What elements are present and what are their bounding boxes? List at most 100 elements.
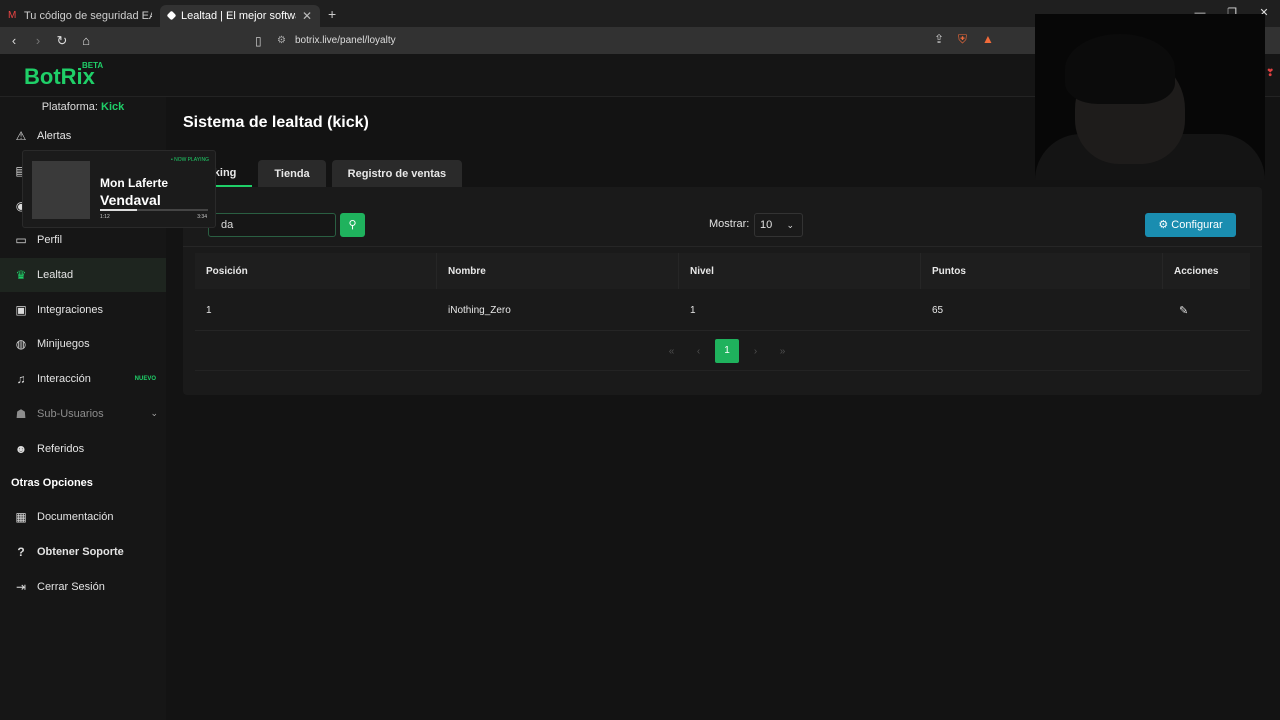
cell-name: iNothing_Zero <box>448 305 511 316</box>
column-header-puntos[interactable]: Puntos <box>932 266 966 277</box>
sidebar-item-interaccion[interactable]: ♫ Interacción NUEVO <box>0 362 166 397</box>
browser-tab-gmail[interactable]: M Tu código de seguridad EA es: 79134 <box>0 5 160 27</box>
sidebar-item-label: Interacción <box>37 373 91 386</box>
page-size-select[interactable]: 10 ⌄ <box>754 213 803 237</box>
column-header-nombre[interactable]: Nombre <box>448 266 486 277</box>
column-header-nivel[interactable]: Nivel <box>690 266 714 277</box>
home-icon[interactable]: ⌂ <box>76 33 96 48</box>
page-size-value: 10 <box>760 219 773 231</box>
browser-tab-botrix[interactable]: Lealtad | El mejor software para ✕ <box>160 4 320 27</box>
column-header-acciones: Acciones <box>1174 265 1219 277</box>
tab-tienda[interactable]: Tienda <box>258 160 326 187</box>
sidebar-item-perfil[interactable]: ▭ Perfil <box>0 223 166 258</box>
table-row: 1 iNothing_Zero 1 65 ✎ <box>195 291 1250 331</box>
cell-position: 1 <box>206 305 212 316</box>
referrals-icon: ☻ <box>14 441 28 456</box>
next-page-button[interactable]: › <box>742 346 769 357</box>
search-button[interactable]: ⚲ <box>340 213 365 237</box>
show-label: Mostrar: <box>709 218 750 230</box>
logout-icon: ⇥ <box>15 579 27 594</box>
brave-rewards-icon[interactable]: ▲ <box>982 32 994 46</box>
page-title: Sistema de lealtad (kick) <box>183 114 369 131</box>
column-header-posicion[interactable]: Posición <box>206 266 248 277</box>
column-divider <box>1162 253 1163 289</box>
cell-level: 1 <box>690 305 696 316</box>
progress-fill <box>100 209 137 211</box>
webcam-overlay <box>1035 14 1265 180</box>
table-header: Posición Nombre Nivel Puntos Acciones <box>195 253 1250 289</box>
chevron-down-icon: ⌄ <box>786 220 794 230</box>
beta-badge: BETA <box>82 61 104 70</box>
new-badge: NUEVO <box>134 376 156 383</box>
progress-bar <box>100 209 208 211</box>
chevron-down-icon: ⌄ <box>150 408 158 419</box>
sidebar-item-documentacion[interactable]: ▦ Documentación <box>0 500 166 535</box>
section-title-otras-opciones: Otras Opciones <box>11 476 93 489</box>
artist-name: Mon Laferte <box>100 176 169 190</box>
sidebar-item-label: Perfil <box>37 234 63 247</box>
gmail-icon: M <box>8 9 17 21</box>
sidebar-item-label: Sub-Usuarios <box>37 407 104 420</box>
pagination: « ‹ 1 › » <box>658 339 796 363</box>
now-playing-widget: • NOW PLAYING Mon Laferte Vendaval 1:12 … <box>22 150 216 228</box>
duration-time: 3:34 <box>197 214 207 220</box>
bookmark-icon[interactable]: ▯ <box>255 34 277 48</box>
cell-points: 65 <box>932 305 944 316</box>
column-divider <box>436 253 437 289</box>
integrations-icon: ▣ <box>15 302 27 317</box>
tab-registro-ventas[interactable]: Registro de ventas <box>331 160 463 187</box>
now-playing-tag: • NOW PLAYING <box>170 157 209 163</box>
sidebar-item-label: Alertas <box>37 130 72 143</box>
reload-icon[interactable]: ↻ <box>52 33 72 49</box>
platform-indicator: Plataforma: Kick <box>0 97 166 119</box>
help-icon: ? <box>17 544 25 559</box>
site-settings-icon[interactable]: ⚙ <box>277 35 295 46</box>
search-input[interactable]: da <box>208 213 336 237</box>
sidebar-item-cerrar-sesion[interactable]: ⇥ Cerrar Sesión <box>0 569 166 604</box>
sidebar-item-integraciones[interactable]: ▣ Integraciones <box>0 292 166 327</box>
url-field[interactable]: ▯ ⚙ botrix.live/panel/loyalty <box>255 30 1000 51</box>
sidebar-item-label: Minijuegos <box>37 338 90 351</box>
trophy-icon: ♛ <box>15 268 27 283</box>
gamepad-icon: ◍ <box>15 337 27 352</box>
botrix-logo[interactable]: BotRix BETA <box>24 61 103 90</box>
sidebar-item-soporte[interactable]: ? Obtener Soporte <box>0 535 166 570</box>
sidebar-item-referidos[interactable]: ☻ Referidos <box>0 431 166 466</box>
first-page-button[interactable]: « <box>658 346 685 357</box>
divider <box>183 246 1262 247</box>
share-icon[interactable]: ⇪ <box>934 32 944 46</box>
configure-label: Configurar <box>1171 219 1223 231</box>
sidebar-item-minijuegos[interactable]: ◍ Minijuegos <box>0 327 166 362</box>
new-tab-button[interactable]: + <box>328 6 336 22</box>
prev-page-button[interactable]: ‹ <box>685 346 712 357</box>
notification-icon[interactable]: ❣ <box>1266 68 1274 80</box>
current-page-button[interactable]: 1 <box>715 339 739 363</box>
album-art <box>32 161 90 219</box>
elapsed-time: 1:12 <box>100 214 110 220</box>
sidebar-item-alertas[interactable]: ⚠ Alertas <box>0 119 166 154</box>
webcam-hair <box>1065 34 1175 104</box>
users-icon: ☗ <box>15 406 27 421</box>
sidebar-item-label: Integraciones <box>37 303 104 316</box>
brave-shield-icon[interactable]: ⛨ <box>958 32 967 47</box>
gears-icon: ⚙ <box>1158 219 1169 231</box>
configure-button[interactable]: ⚙ Configurar <box>1145 213 1236 237</box>
tab-title: Lealtad | El mejor software para <box>181 9 296 22</box>
pencil-icon[interactable]: ✎ <box>1179 304 1188 317</box>
tab-title: Tu código de seguridad EA es: 79134 <box>24 9 152 22</box>
sidebar-item-label: Documentación <box>37 511 114 524</box>
column-divider <box>920 253 921 289</box>
sidebar-item-lealtad[interactable]: ♛ Lealtad <box>0 257 166 293</box>
close-tab-icon[interactable]: ✕ <box>302 9 312 23</box>
ranking-card: da ⚲ Mostrar: 10 ⌄ ⚙ Configurar Posición… <box>183 187 1262 395</box>
sidebar-item-sub-usuarios[interactable]: ☗ Sub-Usuarios ⌄ <box>0 397 166 432</box>
sidebar-item-label: Obtener Soporte <box>37 545 124 558</box>
last-page-button[interactable]: » <box>769 346 796 357</box>
warning-icon: ⚠ <box>15 129 27 144</box>
back-icon[interactable]: ‹ <box>4 33 24 48</box>
botrix-favicon-icon <box>166 10 177 21</box>
sidebar-item-label: Lealtad <box>37 269 74 282</box>
tab-bar: Ranking Tienda Registro de ventas <box>163 160 468 187</box>
sidebar-item-label: Cerrar Sesión <box>37 580 105 593</box>
forward-icon[interactable]: › <box>28 33 48 48</box>
